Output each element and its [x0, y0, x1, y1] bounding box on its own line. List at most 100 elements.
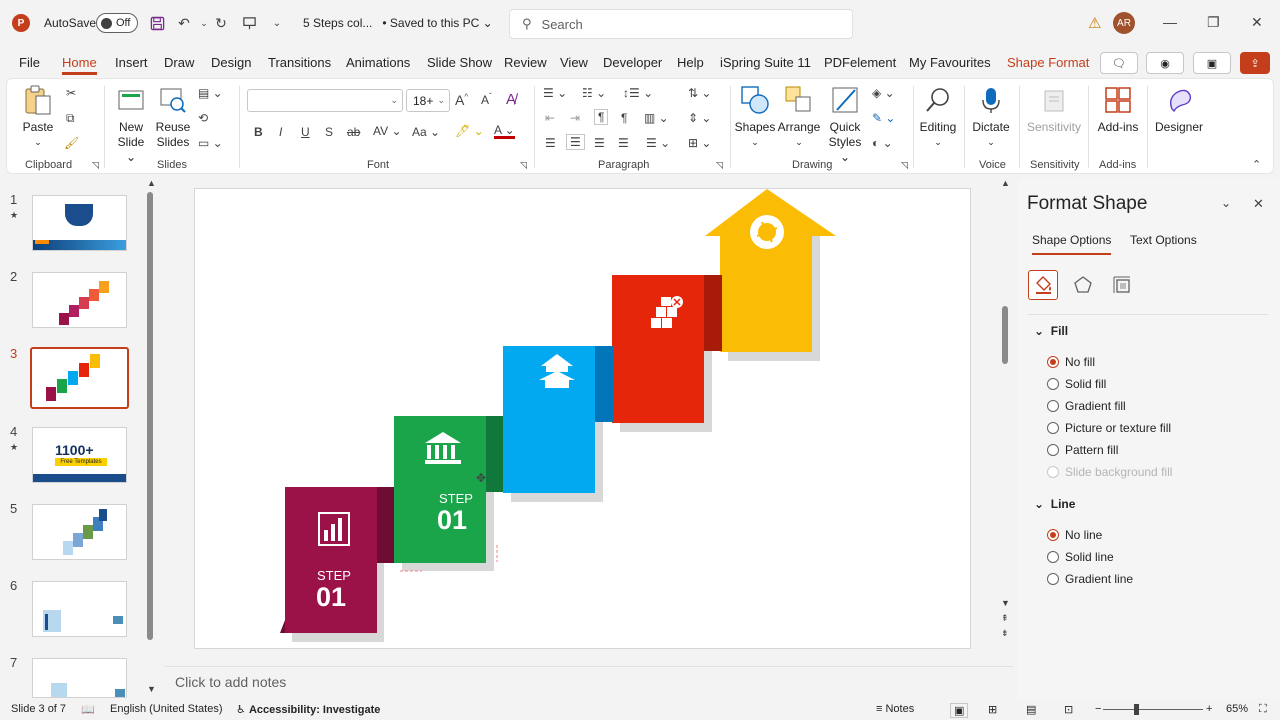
dialog-launcher-icon[interactable]: ◹ — [716, 160, 723, 171]
arrange-button[interactable]: Arrange ⌄ — [777, 84, 821, 150]
customize-toolbar-icon[interactable]: ⌄ — [268, 14, 286, 32]
slide-thumbnail-1[interactable] — [32, 195, 127, 251]
spelling-icon[interactable]: 📖 — [81, 703, 95, 716]
step-1-label[interactable]: STEP — [317, 568, 351, 583]
add-ins-button[interactable]: Add-ins — [1096, 84, 1140, 135]
tab-view[interactable]: View — [560, 55, 588, 70]
align-right-icon[interactable]: ☰ — [594, 136, 605, 150]
scroll-up-icon[interactable]: ▲ — [1001, 178, 1010, 188]
radio-solid-line[interactable]: Solid line — [1047, 550, 1114, 564]
slide-thumbnail-2[interactable] — [32, 272, 127, 328]
distributed-icon[interactable]: ☰ ⌄ — [646, 136, 670, 150]
search-input[interactable]: ⚲ Search — [509, 9, 853, 39]
editing-button[interactable]: Editing ⌄ — [917, 84, 959, 150]
change-case-icon[interactable]: Aa ⌄ — [412, 125, 440, 139]
designer-button[interactable]: Designer — [1154, 84, 1204, 135]
tab-transitions[interactable]: Transitions — [268, 55, 331, 70]
step-1-number[interactable]: 01 — [316, 582, 346, 613]
zoom-level[interactable]: 65% — [1226, 703, 1248, 715]
notes-input[interactable]: Click to add notes — [175, 674, 286, 690]
columns-icon[interactable]: ▥ ⌄ — [644, 111, 669, 125]
tab-design[interactable]: Design — [211, 55, 251, 70]
shape-effects-icon[interactable]: ◐ ⌄ — [872, 136, 893, 150]
numbering-icon[interactable]: ☷ ⌄ — [582, 86, 606, 100]
comments-button[interactable]: 🗨 — [1100, 52, 1138, 74]
avatar[interactable]: AR — [1113, 12, 1135, 34]
fill-section-header[interactable]: ⌄ Fill — [1034, 324, 1068, 338]
step-5-block[interactable] — [720, 275, 812, 352]
dictate-button[interactable]: Dictate ⌄ — [970, 84, 1012, 150]
decrease-indent-icon[interactable]: ⇤ — [545, 111, 555, 125]
line-spacing-icon[interactable]: ↕☰ ⌄ — [623, 86, 653, 100]
size-properties-button[interactable] — [1107, 270, 1137, 300]
new-slide-button[interactable]: New Slide ⌄ — [112, 84, 150, 165]
font-color-icon[interactable]: A ⌄ — [494, 124, 515, 139]
tab-draw[interactable]: Draw — [164, 55, 194, 70]
clear-formatting-icon[interactable]: A̸ — [506, 91, 516, 108]
tab-slide-show[interactable]: Slide Show — [427, 55, 492, 70]
accessibility-status[interactable]: ♿ Accessibility: Investigate — [236, 703, 380, 716]
layout-icon[interactable]: ▤ ⌄ — [198, 86, 223, 100]
bold-icon[interactable]: B — [254, 125, 263, 139]
slideshow-icon[interactable]: ⊡ — [1064, 703, 1073, 716]
zoom-slider[interactable] — [1103, 709, 1203, 710]
radio-no-fill[interactable]: No fill — [1047, 355, 1095, 369]
warning-icon[interactable]: ⚠ — [1088, 14, 1101, 32]
redo-icon[interactable]: ↻ — [212, 14, 230, 32]
language-status[interactable]: English (United States) — [110, 703, 223, 715]
radio-gradient-line[interactable]: Gradient line — [1047, 572, 1133, 586]
font-name-field[interactable]: ⌄ — [247, 89, 403, 112]
slide-thumbnail-3[interactable] — [30, 347, 129, 409]
paste-button[interactable]: Paste ⌄ — [20, 84, 56, 150]
radio-button[interactable] — [1047, 573, 1059, 585]
line-section-header[interactable]: ⌄ Line — [1034, 497, 1075, 511]
shapes-button[interactable]: Shapes ⌄ — [735, 84, 775, 150]
underline-icon[interactable]: U — [301, 125, 310, 139]
step-2-number[interactable]: 01 — [437, 505, 467, 536]
increase-font-icon[interactable]: A^ — [455, 92, 468, 108]
save-icon[interactable] — [148, 14, 166, 32]
tab-insert[interactable]: Insert — [115, 55, 148, 70]
zoom-slider-thumb[interactable] — [1134, 704, 1139, 715]
smartart-icon[interactable]: ⊞ ⌄ — [688, 136, 711, 150]
radio-button[interactable] — [1047, 400, 1059, 412]
radio-gradient-fill[interactable]: Gradient fill — [1047, 399, 1126, 413]
step-4-block[interactable] — [612, 275, 704, 423]
close-pane-icon[interactable]: ✕ — [1253, 196, 1264, 212]
radio-pattern-fill[interactable]: Pattern fill — [1047, 443, 1118, 457]
canvas-scrollbar[interactable] — [1002, 306, 1008, 364]
undo-dropdown-icon[interactable]: ⌄ — [195, 14, 213, 32]
font-size-field[interactable]: 18+ ⌄ — [406, 89, 450, 112]
restore-icon[interactable]: ❐ — [1207, 14, 1220, 31]
tab-help[interactable]: Help — [677, 55, 704, 70]
increase-indent-icon[interactable]: ⇥ — [570, 111, 580, 125]
step-2-label[interactable]: STEP — [439, 491, 473, 506]
tab-file[interactable]: File — [19, 55, 40, 70]
text-direction-icon[interactable]: ⇅ ⌄ — [688, 86, 711, 100]
document-title[interactable]: 5 Steps col... • Saved to this PC ⌄ — [303, 16, 493, 30]
italic-icon[interactable]: I — [279, 125, 282, 139]
sensitivity-button[interactable]: Sensitivity — [1027, 84, 1081, 135]
cut-icon[interactable]: ✂ — [66, 86, 76, 100]
radio-button[interactable] — [1047, 529, 1059, 541]
radio-no-line[interactable]: No line — [1047, 528, 1102, 542]
highlight-icon[interactable]: 🖊 ⌄ — [455, 124, 484, 138]
slide-thumbnail-6[interactable] — [32, 581, 127, 637]
tab-my-favourites[interactable]: My Favourites — [909, 55, 991, 70]
radio-button[interactable] — [1047, 551, 1059, 563]
fill-line-button[interactable] — [1028, 270, 1058, 300]
section-icon[interactable]: ▭ ⌄ — [198, 136, 223, 150]
reading-view-icon[interactable]: ▤ — [1026, 703, 1036, 716]
collapse-ribbon-icon[interactable]: ⌃ — [1252, 158, 1261, 171]
close-icon[interactable]: ✕ — [1251, 14, 1263, 31]
notes-toggle[interactable]: ≡ Notes — [876, 703, 914, 715]
decrease-font-icon[interactable]: Aˇ — [481, 92, 492, 107]
teams-button[interactable]: ▣ — [1193, 52, 1231, 74]
radio-solid-fill[interactable]: Solid fill — [1047, 377, 1106, 391]
dialog-launcher-icon[interactable]: ◹ — [92, 160, 99, 171]
quick-styles-button[interactable]: Quick Styles ⌄ — [824, 84, 866, 165]
shape-fill-icon[interactable]: ◈ ⌄ — [872, 86, 895, 100]
steps-graphic[interactable]: ✥ — [194, 188, 971, 649]
format-painter-icon[interactable]: 🖌 — [64, 136, 79, 150]
previous-slide-icon[interactable]: ⇞ — [1001, 613, 1009, 624]
